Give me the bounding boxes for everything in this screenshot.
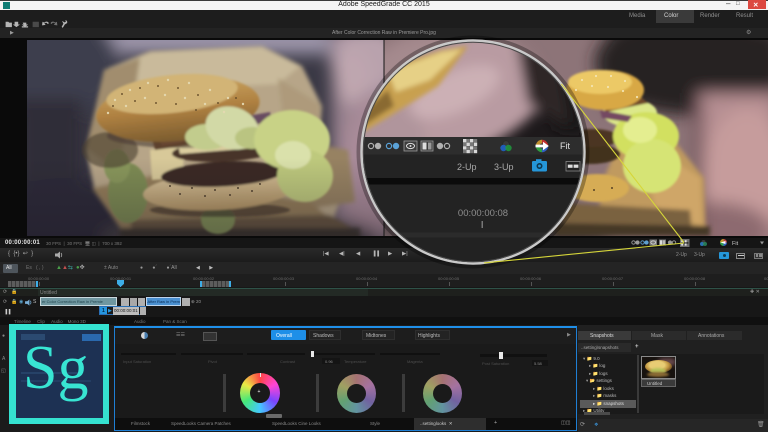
svg-text:00:00:00:08: 00:00:00:08	[458, 208, 508, 219]
svg-text:Fit: Fit	[560, 141, 570, 151]
svg-text:2-Up: 2-Up	[457, 162, 477, 172]
svg-text:3-Up: 3-Up	[494, 162, 514, 172]
